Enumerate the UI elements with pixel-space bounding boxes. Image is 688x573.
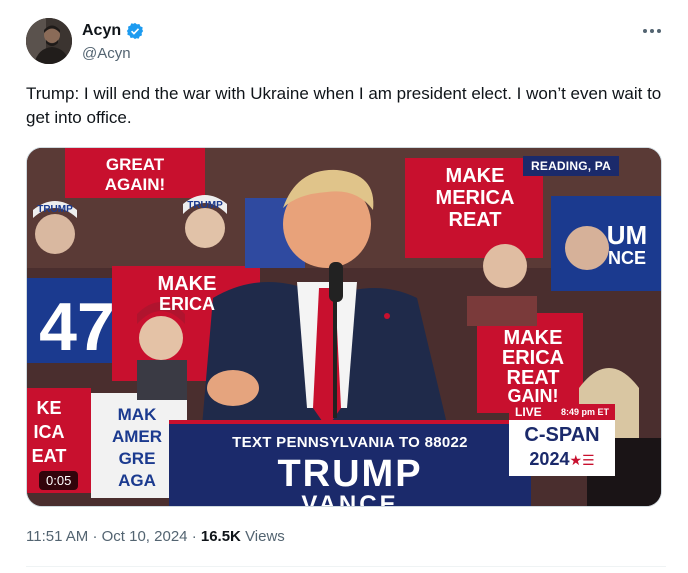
svg-text:AMER: AMER — [112, 427, 162, 446]
tweet: Acyn @Acyn Trump: I will end the war wit… — [0, 0, 688, 573]
more-dot — [657, 29, 661, 33]
podium-name-vance: VANCE — [301, 491, 399, 507]
avatar[interactable] — [26, 18, 72, 64]
author-name[interactable]: Acyn — [82, 21, 121, 41]
svg-text:GAIN!: GAIN! — [508, 386, 559, 406]
cspan-line2: 2024★☰ — [509, 448, 615, 471]
svg-text:MAKE: MAKE — [504, 327, 563, 349]
svg-text:AGA: AGA — [118, 471, 156, 490]
svg-text:NCE: NCE — [608, 248, 646, 268]
views-count: 16.5K — [200, 528, 241, 545]
meta-separator: · — [191, 528, 201, 545]
svg-text:MAKE: MAKE — [446, 165, 505, 187]
cspan-year: 2024 — [529, 449, 570, 469]
author-handle[interactable]: @Acyn — [82, 44, 131, 64]
tweet-date[interactable]: Oct 10, 2024 — [102, 528, 188, 545]
tweet-meta: 11:51 AM · Oct 10, 2024 · 16.5K Views — [26, 527, 285, 547]
tweet-text: Trump: I will end the war with Ukraine w… — [26, 84, 662, 127]
meta-separator: · — [92, 528, 102, 545]
svg-text:TRUMP: TRUMP — [187, 200, 223, 211]
svg-text:REAT: REAT — [449, 209, 502, 231]
more-dot — [650, 29, 654, 33]
svg-text:MAK: MAK — [118, 405, 157, 424]
more-options-button[interactable] — [636, 18, 668, 44]
podium-sms-prefix: TEXT PENNSYLVANIA TO — [232, 434, 421, 451]
podium-name-trump: TRUMP — [277, 453, 423, 495]
views-label: Views — [245, 528, 285, 545]
cspan-line1: C-SPAN — [524, 424, 600, 446]
star-icon: ★☰ — [569, 452, 595, 468]
location-badge: READING, PA — [523, 156, 619, 176]
svg-text:ERICA: ERICA — [159, 294, 215, 314]
svg-text:GREAT: GREAT — [106, 155, 165, 174]
video-player[interactable]: GREAT AGAIN! 47 MAKE ERICA MAKE MERICA R… — [26, 147, 662, 507]
svg-text:MAKE: MAKE — [158, 273, 217, 295]
svg-text:ICA: ICA — [34, 422, 65, 442]
podium-sms: TEXT PENNSYLVANIA TO 88022 — [169, 434, 531, 451]
live-time: 8:49 pm ET — [561, 407, 610, 417]
live-badge: LIVE 8:49 pm ET — [509, 404, 615, 420]
svg-text:UM: UM — [607, 220, 647, 250]
svg-text:47: 47 — [39, 289, 115, 365]
verified-badge-icon — [126, 22, 144, 40]
svg-text:GRE: GRE — [119, 449, 156, 468]
svg-text:TRUMP: TRUMP — [37, 204, 73, 215]
divider — [26, 566, 666, 567]
podium-sms-number: 88022 — [424, 434, 468, 451]
live-label: LIVE — [515, 405, 542, 419]
tweet-time[interactable]: 11:51 AM — [26, 528, 88, 545]
podium-sign: TEXT PENNSYLVANIA TO 88022 TRUMP VANCE — [169, 420, 531, 507]
cspan-logo: C-SPAN 2024★☰ — [509, 420, 615, 476]
svg-text:MERICA: MERICA — [436, 187, 515, 209]
more-horizontal-icon — [643, 29, 647, 33]
svg-text:AGAIN!: AGAIN! — [105, 175, 165, 194]
svg-text:ERICA: ERICA — [502, 347, 564, 369]
svg-text:KE: KE — [36, 398, 61, 418]
video-duration: 0:05 — [39, 471, 79, 490]
svg-text:EAT: EAT — [32, 446, 67, 466]
